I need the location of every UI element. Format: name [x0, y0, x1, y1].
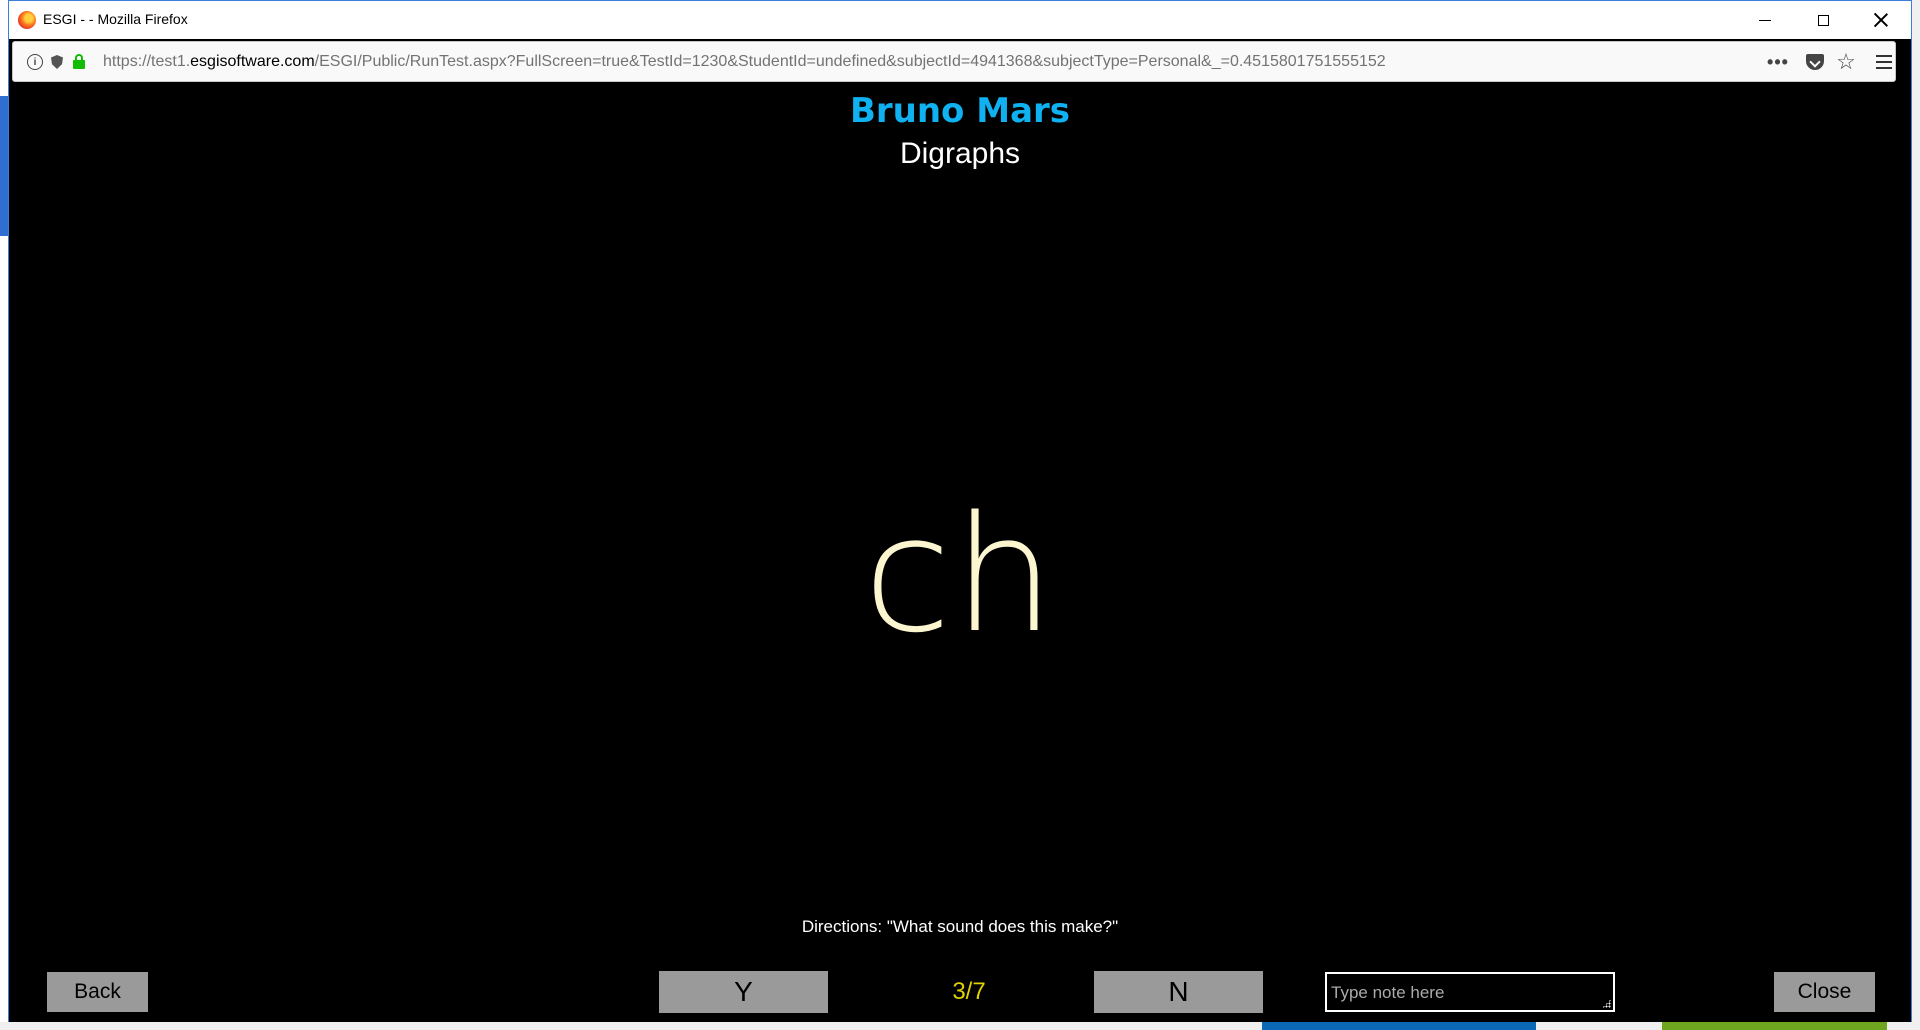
desktop-background-right [1912, 0, 1920, 1030]
desktop-background-bottom [0, 1022, 1920, 1030]
desktop-window-edge-green [1662, 1022, 1887, 1030]
question-progress: 3/7 [952, 978, 986, 1005]
desktop-window-edge-blue [1262, 1022, 1536, 1030]
directions-text: Directions: "What sound does this make?" [801, 917, 1119, 936]
tracking-shield-icon[interactable] [49, 54, 65, 70]
address-bar[interactable]: i https://test1.esgisoftware.com/ESGI/Pu… [12, 41, 1896, 82]
url-prefix: https://test1. [103, 53, 191, 70]
lock-icon[interactable] [71, 54, 87, 70]
back-button[interactable]: Back [47, 972, 148, 1012]
hamburger-menu-icon[interactable] [1876, 55, 1892, 69]
menu-line [1876, 61, 1892, 63]
note-input[interactable] [1327, 974, 1613, 1010]
url-path: /ESGI/Public/RunTest.aspx?FullScreen=tru… [314, 53, 1386, 70]
pocket-shape [1806, 54, 1824, 70]
close-button[interactable]: Close [1774, 972, 1875, 1012]
url-text[interactable]: https://test1.esgisoftware.com/ESGI/Publ… [103, 53, 1386, 71]
subject-title: Digraphs [899, 137, 1021, 170]
yes-button[interactable]: Y [659, 971, 828, 1013]
firefox-icon [18, 11, 36, 29]
bookmark-star-icon[interactable]: ☆ [1833, 49, 1859, 74]
no-button[interactable]: N [1094, 971, 1263, 1013]
menu-line [1876, 67, 1892, 69]
pocket-icon[interactable] [1803, 50, 1827, 74]
maximize-icon [1817, 14, 1829, 26]
window-close-button[interactable] [1852, 1, 1910, 39]
lock-body [73, 60, 85, 69]
page-actions-icon[interactable]: ••• [1763, 50, 1793, 74]
minimize-icon [1759, 19, 1771, 21]
note-field[interactable] [1325, 972, 1615, 1012]
question-card: ch [863, 481, 1057, 668]
minimize-button[interactable] [1736, 1, 1794, 39]
info-icon[interactable]: i [27, 54, 43, 70]
window-title: ESGI - - Mozilla Firefox [43, 11, 188, 27]
student-name: Bruno Mars [849, 91, 1071, 131]
test-runner: Bruno Mars Digraphs ch Directions: "What… [9, 85, 1911, 1022]
maximize-button[interactable] [1794, 1, 1852, 39]
url-domain: esgisoftware.com [190, 53, 315, 70]
browser-window: ESGI - - Mozilla Firefox i https://test1… [8, 0, 1912, 1022]
menu-line [1876, 55, 1892, 57]
title-bar[interactable]: ESGI - - Mozilla Firefox [9, 1, 1911, 39]
close-icon [1874, 13, 1888, 27]
